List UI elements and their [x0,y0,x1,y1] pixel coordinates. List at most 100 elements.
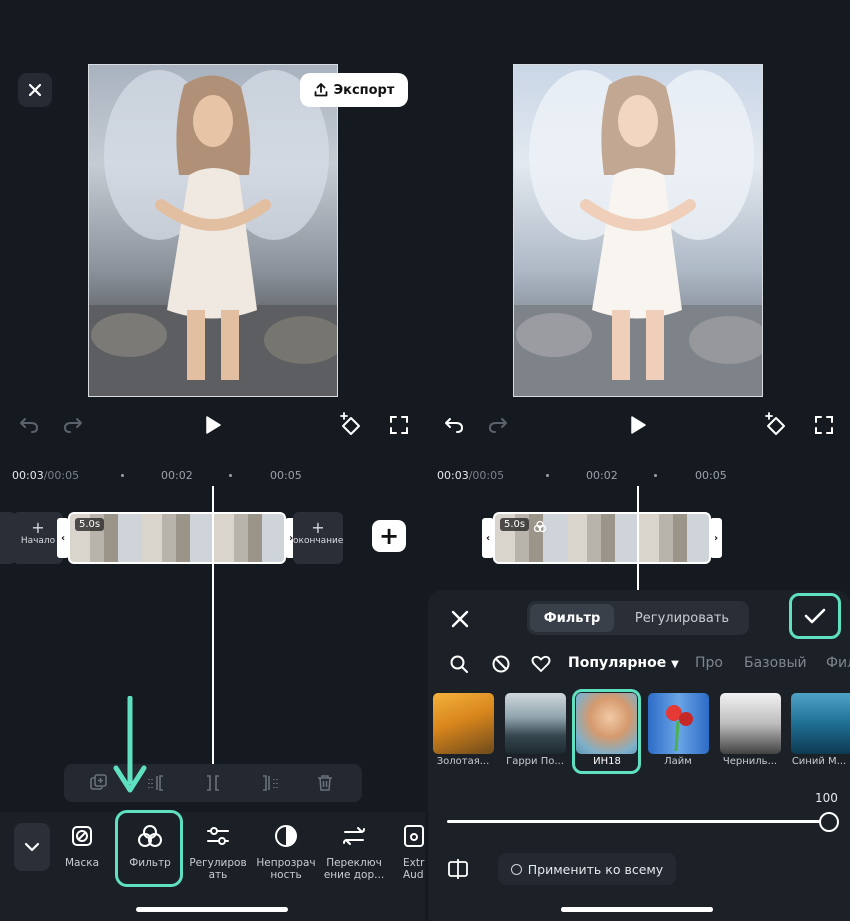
close-filter-button[interactable] [447,606,473,632]
video-clip[interactable]: 5.0s [493,512,711,564]
transition-end-button[interactable]: + окончание [293,512,343,564]
playhead[interactable] [212,486,214,766]
preview-image-original [88,64,338,397]
opacity-icon [275,825,297,847]
fullscreen-button[interactable] [388,414,410,436]
play-icon [631,416,646,434]
tool-label: Непрозрачность [256,857,316,881]
intensity-slider-track[interactable] [447,820,829,823]
keyframe-button[interactable] [336,410,364,438]
filter-thumb-ink[interactable] [720,693,781,754]
tool-switch[interactable]: Переключение дор... [321,823,387,881]
close-icon [28,83,42,97]
intensity-slider-knob[interactable] [819,812,839,832]
close-button[interactable] [18,73,52,107]
tick-dot [546,474,549,477]
tick-dot [121,474,124,477]
duplicate-button[interactable] [88,772,110,794]
tool-extract-audio[interactable]: Extr Aud [389,823,425,881]
category-fil[interactable]: Фил [826,655,850,671]
tab-label: Регулировать [634,610,730,626]
preview-image-filtered [513,64,763,397]
duplicate-icon [90,774,107,790]
pointer-arrow [112,695,148,800]
apply-filter-button[interactable] [789,593,841,639]
split-right-button[interactable] [258,772,280,794]
heart-icon [531,655,551,672]
apply-all-label: Применить ко всему [527,861,664,877]
compare-icon [448,859,468,879]
split-button[interactable] [202,772,224,794]
add-clip-button[interactable]: + [372,520,406,552]
undo-icon [20,418,38,433]
export-label: Экспорт [333,82,395,98]
filter-thumb-golden[interactable] [433,693,494,754]
redo-icon [489,418,507,433]
tab-adjust[interactable]: Регулировать [618,604,746,632]
tool-adjust[interactable]: Регулировать [185,823,251,881]
undo-button[interactable] [16,414,42,436]
export-button[interactable]: Экспорт [300,73,408,107]
tool-opacity[interactable]: Непрозрачность [253,823,319,881]
ban-icon [492,655,510,673]
category-popular[interactable]: Популярное ▼ [568,655,679,671]
redo-button[interactable] [485,414,511,436]
tab-filter[interactable]: Фильтр [530,604,614,632]
switch-icon [343,827,365,845]
transition-start-button[interactable]: + Начало [13,512,63,564]
filter-thumb-harry[interactable] [505,693,566,754]
timecode-total: /00:05 [468,469,505,482]
clip-edit-toolbar [64,764,362,802]
filter-thumb-lime[interactable] [648,693,709,754]
apply-to-all-button[interactable]: Применить ко всему [498,853,676,885]
search-button[interactable] [449,654,469,674]
category-pro[interactable]: Про [695,655,723,671]
search-icon [450,655,468,673]
extract-audio-icon [404,825,424,847]
tick-label: 00:02 [586,469,618,482]
favorites-button[interactable] [530,654,552,674]
keyframe-add-icon [340,412,360,435]
mask-icon [72,826,92,846]
adjust-icon [207,827,229,845]
play-button[interactable] [625,413,651,437]
tick-label: 00:05 [270,469,302,482]
checkmark-icon [804,608,826,624]
intensity-value: 100 [815,791,838,805]
compare-button[interactable] [446,857,470,881]
filter-label: Лайм [664,756,692,767]
selected-filter-outline [572,689,641,774]
tool-mask[interactable]: Маска [49,823,115,869]
fullscreen-button[interactable] [813,414,835,436]
category-basic[interactable]: Базовый [744,655,807,671]
category-label: Популярное [568,655,667,671]
clip-trim-handle-right[interactable]: › [710,518,722,558]
redo-button[interactable] [60,414,86,436]
collapse-toolbar-button[interactable] [14,823,50,871]
keyframe-add-icon [765,412,785,435]
split-left-icon [148,775,163,791]
upload-icon [314,83,327,97]
filter-label: Гарри По... [506,756,564,767]
split-right-icon [263,775,278,791]
editor-pane-original: Экспорт 00:03/00:05 00:02 00:05 + Начало… [0,0,425,921]
playhead[interactable] [637,486,639,590]
plus-icon: + [31,518,45,537]
filter-thumb-blue[interactable] [791,693,850,754]
clip-duration: 5.0s [75,518,105,531]
chevron-down-icon [24,842,40,852]
delete-button[interactable] [314,772,336,794]
video-clip[interactable]: 5.0s [68,512,286,564]
keyframe-button[interactable] [761,410,789,438]
split-icon [207,775,219,791]
tab-label: Фильтр [543,610,601,626]
play-button[interactable] [200,413,226,437]
arrow-down-icon [113,695,147,793]
undo-icon [445,418,463,433]
split-left-button[interactable] [146,772,168,794]
undo-button[interactable] [441,414,467,436]
no-filter-button[interactable] [491,654,511,674]
transition-end-label: окончание [293,536,344,546]
tick-dot [229,474,232,477]
plus-icon: + [378,522,400,550]
